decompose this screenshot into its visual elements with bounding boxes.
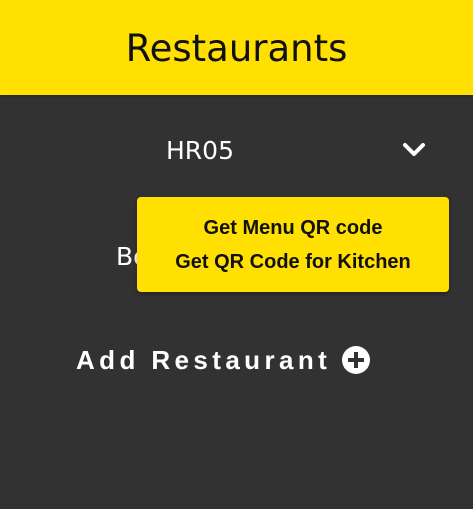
restaurant-selector[interactable]: HR05 (0, 122, 473, 182)
menu-item-get-kitchen-qr[interactable]: Get QR Code for Kitchen (175, 245, 411, 279)
add-restaurant-label: Add Restaurant (76, 344, 332, 375)
app-header: Restaurants (0, 0, 473, 95)
plus-circle-icon[interactable] (341, 345, 371, 375)
chevron-down-icon[interactable] (398, 134, 430, 166)
restaurant-options-menu: Get Menu QR code Get QR Code for Kitchen (137, 197, 449, 292)
restaurant-name: HR05 (166, 136, 234, 165)
menu-item-get-menu-qr[interactable]: Get Menu QR code (204, 211, 383, 245)
add-restaurant-button[interactable]: Add Restaurant (76, 340, 371, 380)
page-title: Restaurants (125, 27, 348, 70)
